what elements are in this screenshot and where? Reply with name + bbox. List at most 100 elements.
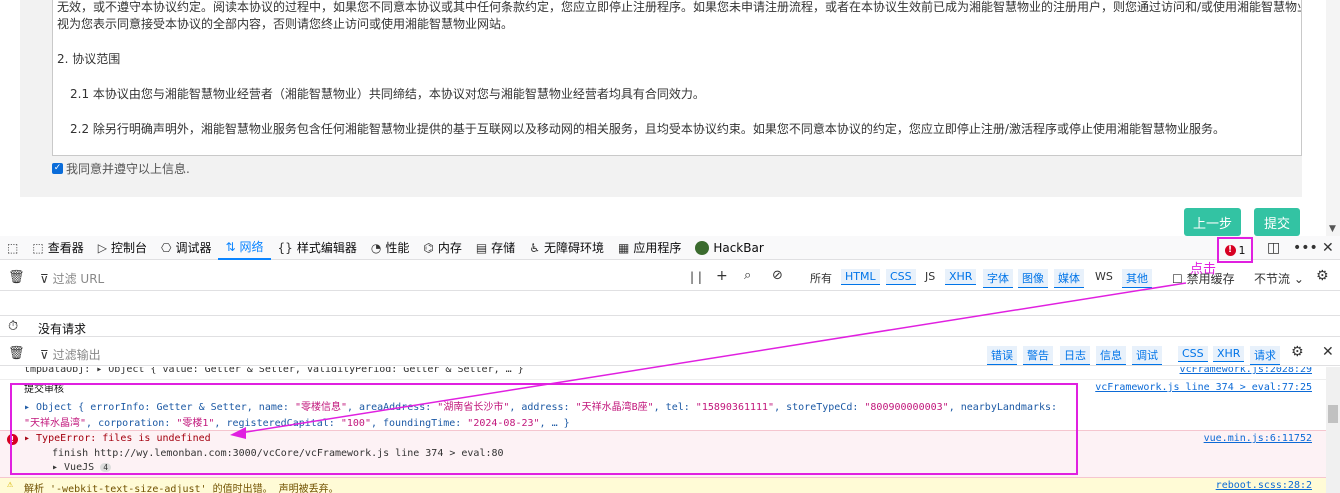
console-scrollbar[interactable] (1326, 367, 1340, 493)
storage-icon: ▤ (475, 240, 488, 255)
filter-icon: ⊽ (40, 272, 53, 286)
tab-label: 调试器 (175, 241, 212, 255)
tab-label: 查看器 (47, 241, 84, 255)
trash-icon[interactable]: 🗑 (8, 346, 25, 361)
agreement-heading: 2. 协议范围 (57, 52, 121, 66)
type-filter-xhr[interactable]: XHR (945, 269, 977, 285)
console-filterbar: 🗑 ⊽ 过滤输出 错误 警告 日志 信息 调试 CSS XHR 请求 ⚙ ✕ (0, 341, 1340, 366)
memory-icon: ⌬ (423, 240, 434, 255)
more-options-icon[interactable]: ••• (1293, 240, 1318, 256)
category-requests[interactable]: 请求 (1250, 346, 1280, 365)
tab-memory[interactable]: ⌬ 内存 (416, 236, 469, 260)
scrollbar-thumb[interactable] (1328, 405, 1338, 423)
close-devtools-icon[interactable]: ✕ (1322, 240, 1334, 256)
console-icon: ▷ (97, 240, 107, 255)
type-filter-font[interactable]: 字体 (983, 269, 1013, 288)
tab-style-editor[interactable]: {} 样式编辑器 (271, 236, 364, 260)
url-filter-input[interactable]: ⊽ 过滤 URL (40, 270, 104, 287)
tab-inspector[interactable]: ⬚ 查看器 (25, 236, 90, 260)
pause-icon[interactable]: | | (690, 270, 702, 284)
block-icon[interactable]: ⊘ (772, 268, 783, 283)
dock-toggle-icon[interactable]: ◫ (1267, 240, 1280, 256)
agree-checkbox[interactable]: ✓ (52, 163, 63, 174)
level-log[interactable]: 日志 (1060, 346, 1090, 365)
level-info[interactable]: 信息 (1096, 346, 1126, 365)
submit-button[interactable]: 提交 (1254, 208, 1300, 236)
category-css[interactable]: CSS (1178, 346, 1208, 362)
search-icon[interactable]: ⌕ (744, 268, 751, 283)
filter-icon: ⊽ (40, 348, 53, 362)
url-filter-placeholder: 过滤 URL (52, 272, 105, 286)
error-source-link[interactable]: vue.min.js:6:11752 (1204, 433, 1312, 444)
element-picker-button[interactable]: ⬚ (0, 236, 25, 260)
hackbar-logo-icon (695, 240, 710, 255)
inspector-icon: ⬚ (32, 240, 44, 255)
prev-button[interactable]: 上一步 (1184, 208, 1241, 236)
console-message: tmpDataObj: ▸ Object { value: Getter & S… (0, 367, 1326, 376)
message-source-link[interactable]: vcFramework.js:2028:29 (1180, 367, 1312, 375)
gear-icon[interactable]: ⚙ (1291, 344, 1304, 360)
tab-label: 网络 (239, 240, 264, 254)
agreement-line: 2.2 除另行明确声明外，湘能智慧物业服务包含任何湘能智慧物业提供的基于互联网以… (70, 122, 1225, 136)
type-filter-media[interactable]: 媒体 (1054, 269, 1084, 288)
annotation-label: 点击 (1190, 262, 1217, 277)
page-scrollbar[interactable]: ▼ (1326, 0, 1340, 236)
debugger-icon: ⎔ (160, 240, 172, 255)
type-filter-js[interactable]: JS (921, 269, 939, 284)
console-filter-input[interactable]: ⊽ 过滤输出 (40, 346, 101, 363)
type-filter-html[interactable]: HTML (841, 269, 880, 285)
type-filter-other[interactable]: 其他 (1122, 269, 1152, 288)
tab-console[interactable]: ▷ 控制台 (91, 236, 154, 260)
agree-label: 我同意并遵守以上信息. (66, 162, 190, 176)
warning-text: 解析 '-webkit-text-size-adjust' 的值时出错。 声明被… (24, 484, 339, 493)
tab-label: 存储 (491, 241, 516, 255)
agreement-line: 视为您表示同意接受本协议的全部内容，否则请您终止访问或使用湘能智慧物业网站。 (57, 17, 514, 31)
clock-icon: ⏱ (8, 319, 19, 334)
agreement-line: 无效，或不遵守本协议约定。阅读本协议的过程中，如果您不同意本协议或其中任何条款约… (57, 0, 1302, 14)
tab-label: 内存 (437, 241, 462, 255)
close-split-console-icon[interactable]: ✕ (1322, 344, 1334, 360)
type-filter-css[interactable]: CSS (886, 269, 916, 285)
network-filterbar: 🗑 ⊽ 过滤 URL | | + ⌕ ⊘ 所有 HTML CSS JS XHR … (0, 264, 1340, 291)
scroll-down-icon[interactable]: ▼ (1329, 224, 1336, 234)
tab-label: 性能 (385, 241, 410, 255)
tab-label: 控制台 (110, 241, 147, 255)
tab-hackbar[interactable]: HackBar (688, 236, 770, 260)
tab-label: 应用程序 (633, 241, 682, 255)
accessibility-icon: ♿ (529, 240, 540, 255)
warning-icon: ⚠ (7, 479, 14, 490)
tab-storage[interactable]: ▤ 存储 (469, 236, 522, 260)
network-empty-hint (0, 291, 1340, 315)
tab-debugger[interactable]: ⎔ 调试器 (154, 236, 219, 260)
trash-icon[interactable]: 🗑 (8, 270, 25, 285)
gauge-icon: ◔ (370, 240, 382, 255)
braces-icon: {} (277, 240, 293, 255)
agree-row: ✓ 我同意并遵守以上信息. (52, 160, 190, 177)
gear-icon[interactable]: ⚙ (1316, 268, 1329, 284)
tab-accessibility[interactable]: ♿ 无障碍环境 (522, 236, 611, 260)
category-xhr[interactable]: XHR (1213, 346, 1245, 362)
console-warning-message: ⚠ 解析 '-webkit-text-size-adjust' 的值时出错。 声… (0, 478, 1326, 493)
tab-label: 无障碍环境 (543, 241, 604, 255)
devtools-panel: ⬚ ⬚ 查看器 ▷ 控制台 ⎔ 调试器 ⇅ 网络 {} 样式编辑器 ◔ 性能 ⌬ 内存 ▤ 存储… (0, 236, 1340, 493)
tab-performance[interactable]: ◔ 性能 (364, 236, 417, 260)
level-error[interactable]: 错误 (987, 346, 1017, 365)
error-count-badge[interactable]: ! 1 (1217, 237, 1253, 263)
throttle-select[interactable]: 不节流 ⌄ (1254, 270, 1304, 287)
agreement-line: 2.1 本协议由您与湘能智慧物业经营者（湘能智慧物业）共同缔结，本协议对您与湘能… (70, 87, 705, 101)
plus-icon[interactable]: + (716, 268, 728, 284)
devtools-tabbar: ⬚ ⬚ 查看器 ▷ 控制台 ⎔ 调试器 ⇅ 网络 {} 样式编辑器 ◔ 性能 ⌬ 内存 ▤ 存储… (0, 236, 1340, 260)
grid-icon: ▦ (617, 240, 630, 255)
error-count: 1 (1238, 243, 1246, 257)
level-warn[interactable]: 警告 (1023, 346, 1053, 365)
warning-source-link[interactable]: reboot.scss:28:2 (1216, 480, 1312, 491)
tab-network[interactable]: ⇅ 网络 (218, 236, 271, 260)
error-icon: ! (1224, 244, 1236, 256)
message-source-link[interactable]: vcFramework.js line 374 > eval:77:25 (1095, 382, 1312, 393)
tab-application[interactable]: ▦ 应用程序 (611, 236, 688, 260)
level-debug[interactable]: 调试 (1132, 346, 1162, 365)
agreement-textarea[interactable]: 无效，或不遵守本协议约定。阅读本协议的过程中，如果您不同意本协议或其中任何条款约… (52, 0, 1302, 156)
type-filter-all[interactable]: 所有 (806, 269, 836, 287)
type-filter-image[interactable]: 图像 (1018, 269, 1048, 288)
type-filter-ws[interactable]: WS (1091, 269, 1117, 284)
